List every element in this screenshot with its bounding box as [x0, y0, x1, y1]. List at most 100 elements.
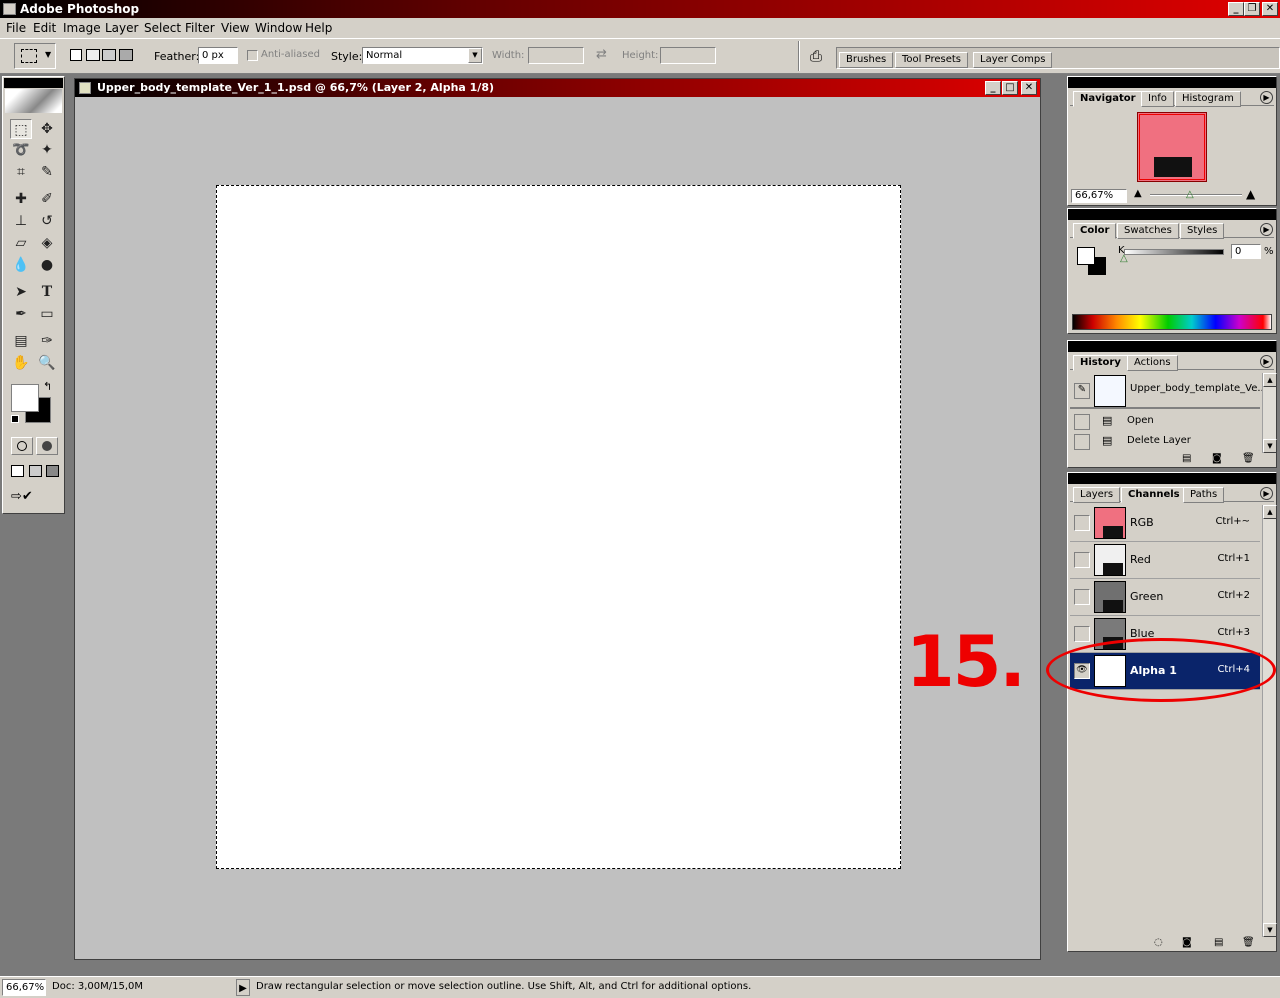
- minimize-button[interactable]: _: [1228, 2, 1244, 16]
- palette-menu-button[interactable]: ▶: [1260, 487, 1273, 500]
- screen-mode-standard-icon[interactable]: [11, 465, 24, 477]
- height-input[interactable]: [660, 47, 716, 64]
- screen-mode-full-menu-icon[interactable]: [29, 465, 42, 477]
- intersect-selection-icon[interactable]: [119, 49, 133, 61]
- scroll-up-icon[interactable]: ▲: [1263, 505, 1277, 519]
- visibility-toggle[interactable]: [1074, 515, 1090, 531]
- history-brush-source-icon[interactable]: ✎: [1074, 383, 1090, 399]
- restore-button[interactable]: ❐: [1244, 2, 1260, 16]
- history-item[interactable]: ▤ Open: [1070, 412, 1260, 431]
- well-tab-layer-comps[interactable]: Layer Comps: [973, 52, 1053, 68]
- color-spectrum-bar[interactable]: [1072, 314, 1272, 330]
- doc-minimize-button[interactable]: _: [985, 81, 1001, 95]
- tab-histogram[interactable]: Histogram: [1175, 91, 1241, 107]
- visibility-toggle[interactable]: [1074, 589, 1090, 605]
- tab-layers[interactable]: Layers: [1073, 487, 1121, 503]
- history-item[interactable]: ▤ Delete Layer: [1070, 432, 1260, 451]
- status-doc-size[interactable]: Doc: 3,00M/15,0M: [52, 981, 143, 992]
- menu-filter[interactable]: Filter: [185, 21, 215, 35]
- menu-file[interactable]: File: [6, 21, 26, 35]
- navigator-thumbnail[interactable]: [1137, 112, 1207, 182]
- trash-icon[interactable]: 🗑: [1242, 937, 1255, 948]
- menu-edit[interactable]: Edit: [33, 21, 56, 35]
- channel-row-rgb[interactable]: RGB Ctrl+~: [1070, 505, 1260, 542]
- tab-navigator[interactable]: Navigator: [1073, 91, 1143, 107]
- well-tab-tool-presets[interactable]: Tool Presets: [895, 52, 968, 68]
- anti-aliased-checkbox[interactable]: [247, 50, 258, 61]
- scroll-up-icon[interactable]: ▲: [1263, 373, 1277, 387]
- rectangular-marquee-tool-icon[interactable]: ⬚: [10, 119, 32, 139]
- clone-stamp-tool-icon[interactable]: ⊥: [10, 211, 32, 231]
- k-slider-thumb[interactable]: △: [1120, 253, 1128, 264]
- width-input[interactable]: [528, 47, 584, 64]
- hand-tool-icon[interactable]: ✋: [10, 353, 32, 373]
- swap-colors-icon[interactable]: ↰: [43, 380, 52, 393]
- history-scrollbar[interactable]: ▲ ▼: [1262, 373, 1277, 453]
- dodge-tool-icon[interactable]: ●: [36, 255, 58, 275]
- menu-window[interactable]: Window: [255, 21, 302, 35]
- scroll-down-icon[interactable]: ▼: [1263, 439, 1277, 453]
- rectangle-tool-icon[interactable]: ▭: [36, 304, 58, 324]
- new-document-from-state-icon[interactable]: ▤: [1182, 453, 1191, 464]
- eraser-tool-icon[interactable]: ▱: [10, 233, 32, 253]
- tab-info[interactable]: Info: [1141, 91, 1174, 107]
- menu-select[interactable]: Select: [144, 21, 181, 35]
- eyedropper-tool-icon[interactable]: ✑: [36, 331, 58, 351]
- tab-history[interactable]: History: [1073, 355, 1128, 371]
- image-canvas[interactable]: [216, 185, 901, 869]
- path-selection-tool-icon[interactable]: ➤: [10, 282, 32, 302]
- adobe-online-logo[interactable]: [5, 89, 62, 113]
- menu-image[interactable]: Image: [63, 21, 101, 35]
- swap-icon[interactable]: ⇄: [596, 47, 607, 62]
- style-select[interactable]: Normal ▼: [362, 47, 483, 64]
- tab-color[interactable]: Color: [1073, 223, 1117, 239]
- zoom-out-icon[interactable]: ▲: [1134, 188, 1142, 199]
- tab-swatches[interactable]: Swatches: [1117, 223, 1179, 239]
- slice-tool-icon[interactable]: ✎: [36, 162, 58, 182]
- standard-mode-button[interactable]: [11, 437, 33, 455]
- default-colors-icon[interactable]: [11, 415, 19, 423]
- trash-icon[interactable]: 🗑: [1242, 453, 1255, 464]
- history-brush-tool-icon[interactable]: ↺: [36, 211, 58, 231]
- tab-actions[interactable]: Actions: [1127, 355, 1178, 371]
- palette-menu-button[interactable]: ▶: [1260, 91, 1273, 104]
- palette-menu-button[interactable]: ▶: [1260, 223, 1273, 236]
- history-state-box[interactable]: [1074, 414, 1090, 430]
- notes-tool-icon[interactable]: ▤: [10, 331, 32, 351]
- tab-paths[interactable]: Paths: [1183, 487, 1225, 503]
- move-tool-icon[interactable]: ✥: [36, 119, 58, 139]
- menu-view[interactable]: View: [221, 21, 249, 35]
- channels-scrollbar[interactable]: ▲ ▼: [1262, 505, 1277, 937]
- add-selection-icon[interactable]: [86, 49, 100, 61]
- palette-toggle-icon[interactable]: ⎙: [806, 47, 826, 65]
- new-channel-icon[interactable]: ▤: [1214, 937, 1223, 948]
- brush-tool-icon[interactable]: ✐: [36, 189, 58, 209]
- blur-tool-icon[interactable]: 💧: [10, 255, 32, 275]
- magic-wand-tool-icon[interactable]: ✦: [36, 140, 58, 160]
- jump-to-imageready-icon[interactable]: ⇨✔: [11, 489, 57, 507]
- new-snapshot-icon[interactable]: ◙: [1212, 453, 1222, 464]
- feather-input[interactable]: 0 px: [198, 47, 238, 64]
- pen-tool-icon[interactable]: ✒: [10, 304, 32, 324]
- channel-row-green[interactable]: Green Ctrl+2: [1070, 579, 1260, 616]
- navigator-zoom-input[interactable]: 66,67%: [1071, 189, 1127, 203]
- tab-styles[interactable]: Styles: [1180, 223, 1225, 239]
- zoom-slider-thumb[interactable]: △: [1186, 189, 1194, 200]
- lasso-tool-icon[interactable]: ➰: [10, 140, 32, 160]
- scroll-down-icon[interactable]: ▼: [1263, 923, 1277, 937]
- type-tool-icon[interactable]: T: [36, 282, 58, 302]
- channel-row-red[interactable]: Red Ctrl+1: [1070, 542, 1260, 579]
- visibility-toggle[interactable]: [1074, 552, 1090, 568]
- new-selection-icon[interactable]: [70, 49, 82, 61]
- color-fg-swatch[interactable]: [1077, 247, 1095, 265]
- doc-maximize-button[interactable]: □: [1002, 81, 1018, 95]
- k-value-input[interactable]: 0: [1231, 244, 1261, 259]
- screen-mode-full-icon[interactable]: [46, 465, 59, 477]
- healing-brush-tool-icon[interactable]: ✚: [10, 189, 32, 209]
- zoom-in-icon[interactable]: ▲: [1246, 187, 1255, 201]
- tool-preset-picker[interactable]: ▼: [14, 43, 56, 69]
- doc-close-button[interactable]: ✕: [1021, 81, 1037, 95]
- menu-help[interactable]: Help: [305, 21, 332, 35]
- visibility-toggle[interactable]: [1074, 626, 1090, 642]
- close-button[interactable]: ✕: [1262, 2, 1278, 16]
